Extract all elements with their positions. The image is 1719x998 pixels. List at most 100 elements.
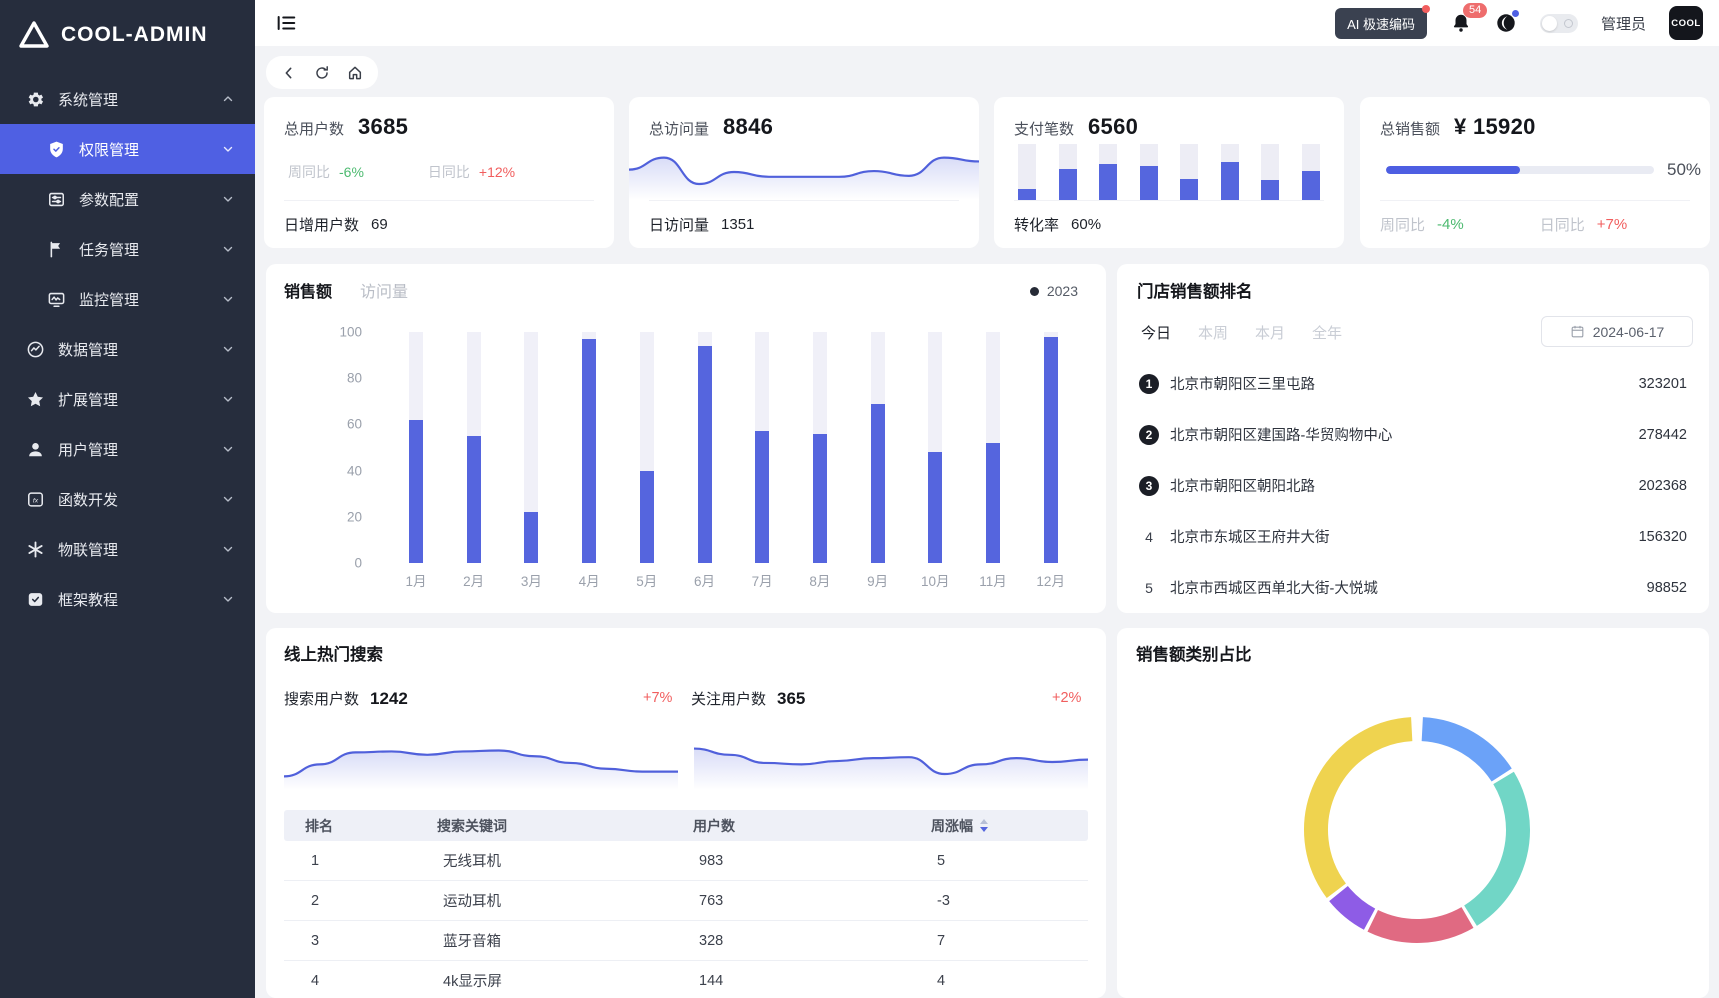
table-cell: 144 (672, 973, 910, 989)
avatar[interactable]: COOL (1669, 6, 1703, 40)
ranking-tab[interactable]: 全年 (1312, 322, 1342, 343)
bar-5月 (640, 471, 654, 563)
search-keywords-table: 排名搜索关键词用户数周涨幅 1无线耳机98352运动耳机763-33蓝牙音箱32… (284, 810, 1088, 998)
rank-badge: 1 (1139, 374, 1159, 394)
bar-4月 (582, 339, 596, 563)
notifications-button[interactable]: 54 (1450, 12, 1472, 34)
chevron-down-icon (221, 392, 235, 406)
ai-coding-button[interactable]: AI 极速编码 (1335, 8, 1427, 39)
stat-label: 总访问量 (649, 118, 709, 139)
ranking-tab[interactable]: 本周 (1198, 322, 1228, 343)
table-cell: 4k显示屏 (416, 970, 672, 991)
sidebar-item-label: 框架教程 (58, 589, 118, 610)
ranking-list: 1北京市朝阳区三里屯路3232012北京市朝阳区建国路-华贸购物中心278442… (1117, 358, 1709, 613)
toggle-knob (1542, 16, 1557, 31)
date-picker[interactable]: 2024-06-17 (1541, 316, 1693, 347)
monthly-sales-chart-card: 销售额 访问量 2023 1008060402001月2月3月4月5月6月7月8… (266, 264, 1106, 613)
back-button[interactable] (281, 65, 297, 81)
x-axis-label: 6月 (683, 570, 727, 590)
chevron-down-icon (221, 142, 235, 156)
ranking-tab[interactable]: 本月 (1255, 322, 1285, 343)
payments-minibar-chart (1018, 144, 1320, 200)
table-cell: 763 (672, 893, 910, 909)
refresh-button[interactable] (314, 65, 330, 81)
donut-segment-5 (1316, 729, 1412, 891)
hot-search-card: 线上热门搜索 搜索用户数 1242 +7% 关注用户数 365 +2% 排名搜索… (266, 628, 1106, 998)
chevron-down-icon (221, 492, 235, 506)
rank-badge: 3 (1139, 476, 1159, 496)
sidebar-item-shield[interactable]: 权限管理 (0, 124, 255, 174)
sidebar-item-flag[interactable]: 任务管理 (0, 224, 255, 274)
sidebar-item-params[interactable]: 参数配置 (0, 174, 255, 224)
sidebar-item-user[interactable]: 用户管理 (0, 424, 255, 474)
flag-icon (47, 240, 66, 259)
day-ratio-label: 日同比 (1540, 214, 1585, 235)
sidebar-item-label: 系统管理 (58, 89, 118, 110)
mini-bar-track (1140, 144, 1158, 200)
book-icon (26, 590, 45, 609)
footer-label: 日访问量 (649, 214, 709, 235)
notification-dot (1422, 5, 1430, 13)
y-axis-tick: 100 (302, 325, 362, 340)
x-axis-label: 10月 (913, 570, 957, 590)
iot-icon (26, 540, 45, 559)
sidebar-item-book[interactable]: 框架教程 (0, 574, 255, 624)
ranking-tab[interactable]: 今日 (1141, 322, 1171, 343)
topbar: AI 极速编码 54 管理员 COOL (255, 0, 1719, 46)
theme-skin-button[interactable] (1495, 12, 1517, 34)
stat-label: 总用户数 (284, 118, 344, 139)
footer-value: 69 (371, 216, 388, 233)
ranking-row: 3北京市朝阳区朝阳北路202368 (1117, 460, 1709, 511)
mini-bar-track (1018, 144, 1036, 200)
legend-dot (1030, 287, 1039, 296)
hot-search-title: 线上热门搜索 (284, 641, 383, 665)
ranking-row: 5北京市西城区西单北大街-大悦城98852 (1117, 562, 1709, 613)
progress-label: 50% (1667, 160, 1701, 180)
table-cell: 1 (284, 853, 416, 869)
y-axis-tick: 0 (302, 556, 362, 571)
ai-coding-label: AI 极速编码 (1347, 17, 1415, 32)
x-axis-label: 3月 (509, 570, 553, 590)
sidebar-item-monitor[interactable]: 监控管理 (0, 274, 255, 324)
stat-card-total-users: 总用户数3685 周同比-6% 日同比+12% 日增用户数69 (264, 97, 614, 248)
sidebar-item-data[interactable]: 数据管理 (0, 324, 255, 374)
sidebar-item-label: 数据管理 (58, 339, 118, 360)
sidebar-item-star[interactable]: 扩展管理 (0, 374, 255, 424)
mini-bar-fill (1140, 166, 1158, 200)
table-cell: 983 (672, 853, 910, 869)
home-button[interactable] (347, 65, 363, 81)
donut-segment-1 (1422, 729, 1501, 775)
bar-track (524, 332, 538, 563)
sidebar-item-fx[interactable]: fx函数开发 (0, 474, 255, 524)
mini-bar-fill (1261, 180, 1279, 200)
y-axis-tick: 80 (302, 371, 362, 386)
chevron-down-icon (221, 342, 235, 356)
tab-visits[interactable]: 访问量 (360, 278, 408, 302)
sidebar-item-label: 函数开发 (58, 489, 118, 510)
stat-value: ¥ 15920 (1454, 114, 1536, 140)
bar-track (582, 332, 596, 563)
chevron-up-icon (221, 92, 235, 106)
metric-value: 365 (777, 689, 805, 709)
table-header-cell[interactable]: 周涨幅 (910, 816, 1088, 836)
sidebar-item-gear[interactable]: 系统管理 (0, 74, 255, 124)
week-ratio-value: -6% (339, 164, 364, 180)
rank-badge: 5 (1139, 580, 1159, 596)
theme-dot (1512, 10, 1519, 17)
menu-fold-icon[interactable] (275, 12, 297, 34)
table-cell: 蓝牙音箱 (416, 930, 672, 951)
mini-bar-fill (1018, 189, 1036, 200)
rank-badge: 4 (1139, 529, 1159, 545)
sidebar-item-iot[interactable]: 物联管理 (0, 524, 255, 574)
donut-segment-4 (1339, 894, 1370, 920)
dark-mode-toggle[interactable] (1540, 14, 1578, 33)
table-header-cell: 搜索关键词 (416, 816, 672, 836)
tab-sales[interactable]: 销售额 (284, 278, 332, 302)
search-users-area-chart (284, 732, 678, 790)
legend-label: 2023 (1047, 283, 1078, 299)
mini-bar-track (1221, 144, 1239, 200)
chevron-down-icon (221, 242, 235, 256)
donut-segment-3 (1373, 917, 1468, 931)
chart-legend: 2023 (1030, 283, 1078, 299)
sort-icon[interactable] (980, 819, 988, 832)
